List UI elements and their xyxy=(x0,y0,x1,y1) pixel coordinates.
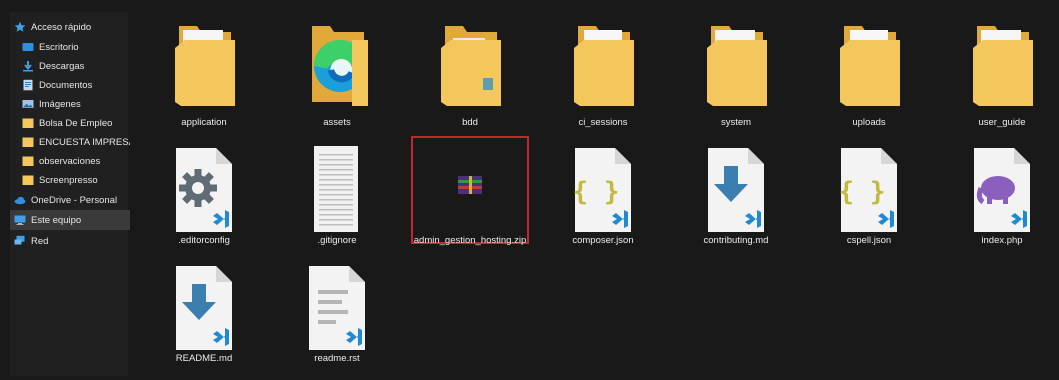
desktop-folder-icon xyxy=(22,41,34,53)
file-item[interactable]: README.md xyxy=(145,254,263,364)
file-item[interactable]: index.php xyxy=(943,136,1059,246)
file-view: application assets bdd ci_sessions system u… xyxy=(130,12,1052,378)
file-name-label: assets xyxy=(323,117,351,128)
file-json-icon: { } xyxy=(544,136,662,232)
file-php-icon xyxy=(943,136,1059,232)
file-item[interactable]: admin_gestion_hosting.zip xyxy=(411,136,529,246)
folder-icon xyxy=(22,174,34,186)
folder-edge-big-icon xyxy=(278,18,396,114)
file-name-label: uploads xyxy=(852,117,886,128)
navigation-pane: Acceso rápidoEscritorio✱Descargas✱Docume… xyxy=(10,12,137,376)
svg-text:{ }: { } xyxy=(573,177,620,207)
folder-edge-icon xyxy=(677,18,795,114)
file-name-label: composer.json xyxy=(572,235,634,246)
folder-item[interactable]: user_guide xyxy=(943,18,1059,128)
file-md-icon xyxy=(145,254,263,350)
sidebar-item-label: Red xyxy=(31,235,49,247)
file-name-label: user_guide xyxy=(978,117,1026,128)
sidebar-item[interactable]: ENCUESTA IMPRESA xyxy=(10,132,140,152)
file-name-label: ci_sessions xyxy=(578,117,628,128)
file-md-icon xyxy=(677,136,795,232)
sidebar-item-label: Este equipo xyxy=(31,214,82,226)
sidebar-item[interactable]: OneDrive - Personal xyxy=(10,190,132,210)
file-name-label: .gitignore xyxy=(317,235,357,246)
folder-item[interactable]: application xyxy=(145,18,263,128)
file-name-label: index.php xyxy=(981,235,1023,246)
sidebar-item[interactable]: Screenpresso xyxy=(10,170,140,190)
file-name-label: admin_gestion_hosting.zip xyxy=(413,235,527,246)
file-item[interactable]: { } composer.json xyxy=(544,136,662,246)
file-gear-icon xyxy=(145,136,263,232)
sidebar-item[interactable]: Imágenes✱ xyxy=(10,94,140,114)
sidebar-item[interactable]: Este equipo xyxy=(10,210,132,230)
network-icon xyxy=(14,235,26,247)
sidebar-item-label: OneDrive - Personal xyxy=(31,194,118,206)
file-name-label: readme.rst xyxy=(314,353,360,364)
sidebar-item[interactable]: Bolsa De Empleo xyxy=(10,113,140,133)
file-text-icon xyxy=(278,136,396,232)
folder-edge-icon xyxy=(145,18,263,114)
file-name-label: cspell.json xyxy=(846,235,892,246)
sidebar-item-label: Descargas xyxy=(39,60,85,72)
svg-text:{ }: { } xyxy=(839,177,886,207)
file-item[interactable]: .gitignore xyxy=(278,136,396,246)
file-json-icon: { } xyxy=(810,136,928,232)
sidebar-item[interactable]: Acceso rápido xyxy=(10,17,132,37)
folder-doc-icon xyxy=(411,18,529,114)
file-item[interactable]: contributing.md xyxy=(677,136,795,246)
folder-item[interactable]: ci_sessions xyxy=(544,18,662,128)
sidebar-item-label: ENCUESTA IMPRESA xyxy=(39,136,135,148)
folder-item[interactable]: bdd xyxy=(411,18,529,128)
folder-icon xyxy=(22,117,34,129)
folder-plain-icon xyxy=(544,18,662,114)
file-item[interactable]: { } cspell.json xyxy=(810,136,928,246)
folder-edge-icon xyxy=(943,18,1059,114)
sidebar-item[interactable]: Documentos✱ xyxy=(10,75,140,95)
folder-item[interactable]: system xyxy=(677,18,795,128)
file-name-label: bdd xyxy=(462,117,478,128)
cloud-icon xyxy=(14,194,26,206)
file-item[interactable]: .editorconfig xyxy=(145,136,263,246)
file-name-label: README.md xyxy=(175,353,233,364)
pictures-folder-icon xyxy=(22,98,34,110)
sidebar-item-label: Documentos xyxy=(39,79,93,91)
file-name-label: system xyxy=(720,117,752,128)
file-item[interactable]: readme.rst xyxy=(278,254,396,364)
computer-icon xyxy=(14,214,26,226)
folder-plain-icon xyxy=(810,18,928,114)
star-icon xyxy=(14,21,26,33)
file-name-label: contributing.md xyxy=(703,235,769,246)
folder-item[interactable]: uploads xyxy=(810,18,928,128)
sidebar-item-label: Acceso rápido xyxy=(31,21,92,33)
winrar-archive-icon xyxy=(411,136,529,232)
file-name-label: .editorconfig xyxy=(178,235,230,246)
sidebar-item-label: Screenpresso xyxy=(39,174,98,186)
folder-icon xyxy=(22,155,34,167)
sidebar-item-label: observaciones xyxy=(39,155,101,167)
folder-item[interactable]: assets xyxy=(278,18,396,128)
sidebar-item-label: Imágenes xyxy=(39,98,81,110)
file-name-label: application xyxy=(181,117,227,128)
file-explorer-window: Acceso rápidoEscritorio✱Descargas✱Docume… xyxy=(0,0,1059,380)
documents-folder-icon xyxy=(22,79,34,91)
sidebar-item[interactable]: Red xyxy=(10,231,132,251)
file-lines-icon xyxy=(278,254,396,350)
sidebar-item-label: Escritorio xyxy=(39,41,79,53)
download-folder-icon xyxy=(22,60,34,72)
sidebar-item[interactable]: Escritorio✱ xyxy=(10,37,140,57)
sidebar-item[interactable]: Descargas✱ xyxy=(10,56,140,76)
folder-icon xyxy=(22,136,34,148)
sidebar-item-label: Bolsa De Empleo xyxy=(39,117,113,129)
sidebar-item[interactable]: observaciones xyxy=(10,151,140,171)
